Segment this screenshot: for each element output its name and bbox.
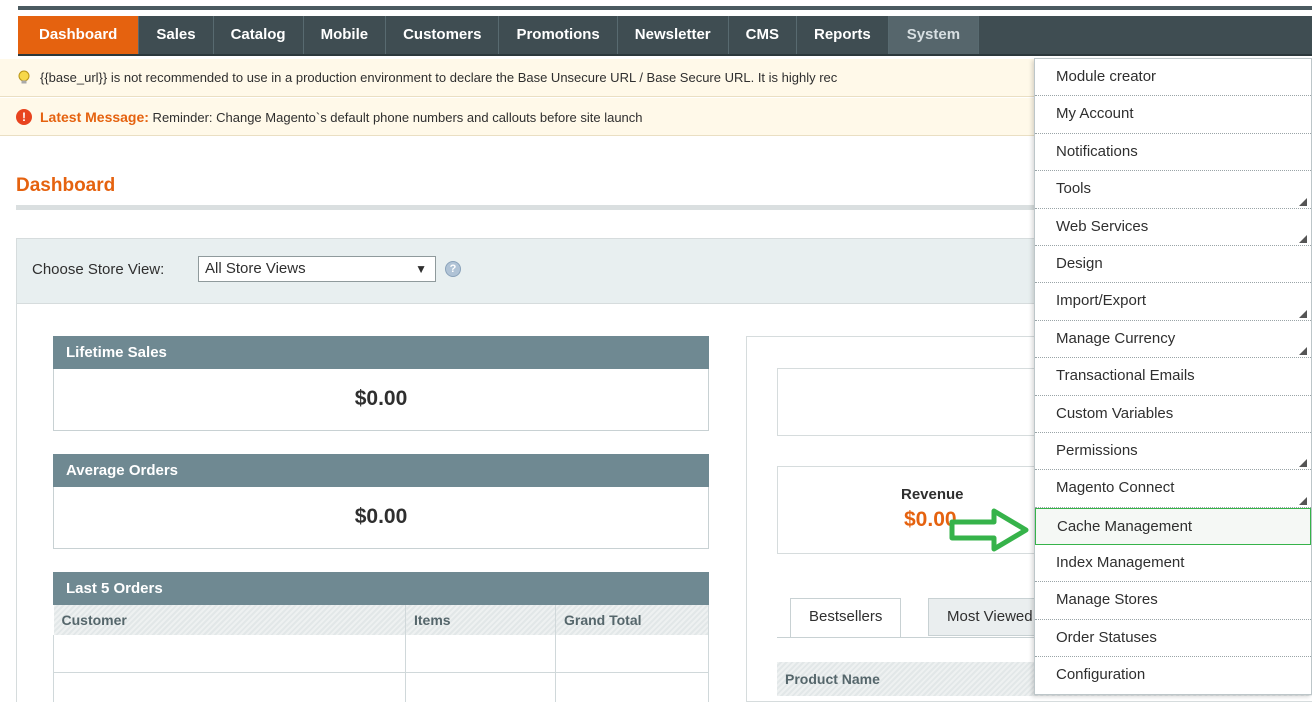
nav-reports[interactable]: Reports <box>797 16 889 54</box>
tab-bestsellers[interactable]: Bestsellers <box>790 598 902 638</box>
submenu-indicator-icon <box>1299 234 1307 243</box>
warning-text: {{base_url}} is not recommended to use i… <box>40 70 838 85</box>
column-items[interactable]: Items <box>405 605 556 635</box>
menu-item-manage-currency[interactable]: Manage Currency <box>1035 321 1311 359</box>
menu-item-order-statuses[interactable]: Order Statuses <box>1035 620 1311 658</box>
last-orders-box: Last 5 Orders Customer Items Grand Total <box>53 572 709 702</box>
lightbulb-icon <box>18 70 30 84</box>
submenu-indicator-icon <box>1299 197 1307 206</box>
nav-system[interactable]: System <box>888 16 980 54</box>
submenu-indicator-icon <box>1299 496 1307 505</box>
last-orders-table: Customer Items Grand Total <box>53 605 709 702</box>
menu-item-my-account[interactable]: My Account <box>1035 96 1311 134</box>
lifetime-sales-value: $0.00 <box>53 369 709 431</box>
menu-item-manage-stores[interactable]: Manage Stores <box>1035 582 1311 620</box>
submenu-indicator-icon <box>1299 459 1307 468</box>
arrow-right-icon <box>949 508 1029 552</box>
top-navigation-bar: Dashboard Sales Catalog Mobile Customers… <box>0 0 1312 56</box>
menu-item-cache-management[interactable]: Cache Management <box>1035 507 1311 546</box>
tab-most-viewed[interactable]: Most Viewed <box>928 598 1048 636</box>
nav-sales[interactable]: Sales <box>139 16 214 54</box>
header-strip <box>18 6 1312 10</box>
page-title: Dashboard <box>16 175 116 196</box>
latest-message-label: Latest Message: <box>40 109 149 125</box>
lifetime-sales-title: Lifetime Sales <box>53 336 709 369</box>
revenue-label: Revenue <box>901 486 964 503</box>
submenu-indicator-icon <box>1299 347 1307 356</box>
submenu-indicator-icon <box>1299 309 1307 318</box>
menu-item-permissions[interactable]: Permissions <box>1035 433 1311 471</box>
alert-icon: ! <box>16 109 32 125</box>
table-row[interactable] <box>53 635 709 673</box>
menu-item-import-export[interactable]: Import/Export <box>1035 283 1311 321</box>
menu-item-configuration[interactable]: Configuration <box>1035 657 1311 694</box>
average-orders-box: Average Orders $0.00 <box>53 454 709 549</box>
menu-item-index-management[interactable]: Index Management <box>1035 545 1311 583</box>
help-icon[interactable]: ? <box>445 261 461 277</box>
menu-item-design[interactable]: Design <box>1035 246 1311 284</box>
main-nav: Dashboard Sales Catalog Mobile Customers… <box>18 16 1312 56</box>
menu-item-transactional-emails[interactable]: Transactional Emails <box>1035 358 1311 396</box>
column-customer[interactable]: Customer <box>53 605 406 635</box>
nav-cms[interactable]: CMS <box>729 16 797 54</box>
menu-item-tools[interactable]: Tools <box>1035 171 1311 209</box>
store-view-value: All Store Views <box>205 260 306 277</box>
lifetime-sales-box: Lifetime Sales $0.00 <box>53 336 709 431</box>
menu-item-module-creator[interactable]: Module creator <box>1035 59 1311 97</box>
store-view-select[interactable]: All Store Views ▼ <box>198 256 436 282</box>
average-orders-title: Average Orders <box>53 454 709 487</box>
average-orders-value: $0.00 <box>53 487 709 549</box>
nav-dashboard[interactable]: Dashboard <box>18 16 140 54</box>
menu-item-custom-variables[interactable]: Custom Variables <box>1035 396 1311 433</box>
nav-newsletter[interactable]: Newsletter <box>618 16 729 54</box>
nav-promotions[interactable]: Promotions <box>499 16 618 54</box>
menu-item-web-services[interactable]: Web Services <box>1035 209 1311 246</box>
dropdown-arrow-icon: ▼ <box>415 262 427 276</box>
nav-mobile[interactable]: Mobile <box>304 16 387 54</box>
last-orders-title: Last 5 Orders <box>53 572 709 605</box>
menu-item-magento-connect[interactable]: Magento Connect <box>1035 470 1311 508</box>
nav-customers[interactable]: Customers <box>386 16 500 54</box>
nav-catalog[interactable]: Catalog <box>214 16 304 54</box>
table-row[interactable] <box>53 672 709 702</box>
latest-message-text: Reminder: Change Magento`s default phone… <box>148 110 643 125</box>
column-grand-total[interactable]: Grand Total <box>555 605 709 635</box>
system-menu-dropdown: Module creator My Account Notifications … <box>1034 58 1312 695</box>
store-view-label: Choose Store View: <box>32 261 165 278</box>
menu-item-notifications[interactable]: Notifications <box>1035 134 1311 172</box>
